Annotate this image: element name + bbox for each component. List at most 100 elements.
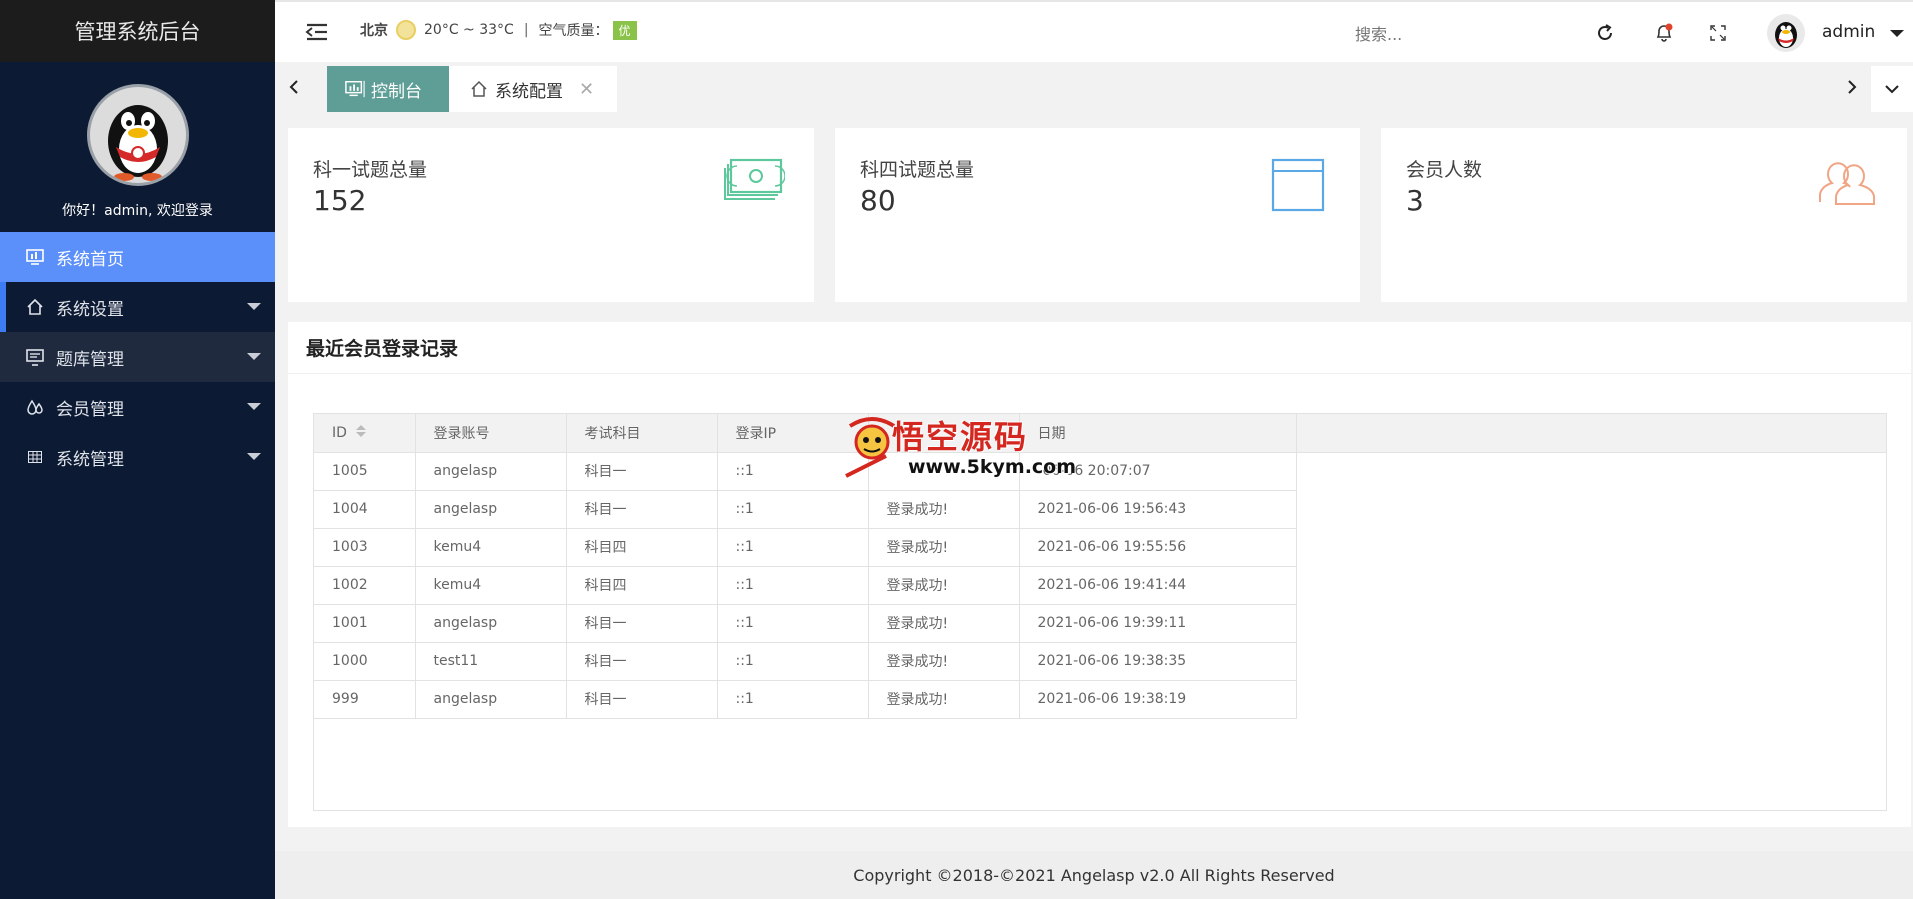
grid-icon — [24, 446, 46, 468]
table-row: 1002 kemu4 科目四 ::1 登录成功! 2021-06-06 19:4… — [314, 566, 1297, 605]
sidebar: 管理系统后台 你好！admin, 欢迎登录 系统首页 系统设置 题库管理 会员管… — [0, 0, 275, 899]
cell-date: 2021-06-06 19:56:43 — [1019, 490, 1297, 529]
dashboard-icon — [345, 80, 365, 98]
search-input[interactable] — [1355, 22, 1525, 46]
cell-id: 1003 — [314, 528, 416, 567]
table-header-row: ID 登录账号 考试科目 登录IP 日期 — [314, 414, 1297, 453]
cell-account: angelasp — [415, 452, 567, 491]
cell-ip: ::1 — [717, 604, 869, 643]
cell-subject: 科目一 — [566, 680, 718, 719]
cell-date: 2021-06-06 19:39:11 — [1019, 604, 1297, 643]
column-header-id[interactable]: ID — [314, 414, 416, 453]
cell-date: 2021-06-06 19:41:44 — [1019, 566, 1297, 605]
table-row: 1001 angelasp 科目一 ::1 登录成功! 2021-06-06 1… — [314, 604, 1297, 643]
user-name[interactable]: admin — [1822, 22, 1875, 42]
home-icon — [469, 80, 489, 98]
table-row: 1004 angelasp 科目一 ::1 登录成功! 2021-06-06 1… — [314, 490, 1297, 529]
stat-card-subject-four: 科四试题总量 80 — [835, 128, 1360, 302]
chevron-down-icon — [247, 453, 261, 460]
browser-window-icon — [1271, 158, 1333, 214]
air-quality-badge: 优 — [612, 20, 637, 40]
penguin-avatar-icon — [1775, 22, 1797, 48]
cell-id: 999 — [314, 680, 416, 719]
panel-title: 最近会员登录记录 — [288, 322, 1911, 374]
chevron-left-icon[interactable] — [283, 76, 305, 98]
sidebar-item-label: 题库管理 — [56, 349, 124, 370]
sidebar-item-label: 会员管理 — [56, 399, 124, 420]
tabs-bar: 控制台 系统配置 ✕ — [275, 62, 1913, 114]
sort-icon[interactable] — [355, 423, 367, 443]
sidebar-item-question-bank[interactable]: 题库管理 — [0, 332, 275, 382]
caret-down-icon[interactable] — [1890, 30, 1904, 37]
sun-icon — [396, 20, 416, 40]
cell-account: kemu4 — [415, 528, 567, 567]
fullscreen-icon[interactable] — [1707, 22, 1729, 44]
sidebar-item-home[interactable]: 系统首页 — [0, 232, 275, 282]
home-icon — [24, 296, 46, 318]
tab-dashboard[interactable]: 控制台 — [327, 66, 449, 112]
chevron-right-icon[interactable] — [1841, 76, 1863, 98]
chevron-down-icon — [247, 303, 261, 310]
cell-account: test11 — [415, 642, 567, 681]
air-quality-label: 空气质量： — [538, 23, 609, 39]
sidebar-item-settings[interactable]: 系统设置 — [0, 282, 275, 332]
tab-system-config[interactable]: 系统配置 ✕ — [449, 66, 617, 112]
penguin-avatar-icon — [107, 105, 168, 181]
column-header-date: 日期 — [1019, 414, 1297, 453]
close-icon[interactable]: ✕ — [579, 79, 594, 100]
column-header-ip: 登录IP — [717, 414, 869, 453]
bell-icon[interactable] — [1653, 22, 1675, 44]
cell-id: 1001 — [314, 604, 416, 643]
sidebar-item-system[interactable]: 系统管理 — [0, 432, 275, 482]
cell-account: kemu4 — [415, 566, 567, 605]
cell-ip: ::1 — [717, 452, 869, 491]
app-title: 管理系统后台 — [0, 0, 275, 62]
cell-date: -06-06 20:07:07 — [1019, 452, 1297, 491]
stat-card-subject-one: 科一试题总量 152 — [288, 128, 814, 302]
refresh-icon[interactable] — [1594, 22, 1616, 44]
cell-status: 登录成功! — [868, 642, 1020, 681]
weather-city: 北京 — [360, 23, 388, 39]
stat-card-members: 会员人数 3 — [1381, 128, 1907, 302]
menu-toggle-icon[interactable] — [305, 22, 331, 44]
cell-subject: 科目一 — [566, 604, 718, 643]
top-header: 北京 20°C ~ 33°C | 空气质量： 优 admin — [275, 0, 1913, 62]
cell-status: 登录成功! — [868, 604, 1020, 643]
stat-value: 80 — [860, 184, 896, 217]
tab-label: 系统配置 — [495, 81, 563, 102]
sidebar-item-label: 系统设置 — [56, 299, 124, 320]
user-avatar[interactable] — [1767, 14, 1805, 52]
stat-title: 会员人数 — [1406, 159, 1483, 181]
column-header-status — [868, 414, 1020, 453]
monitor-icon — [24, 246, 46, 268]
avatar[interactable] — [86, 84, 189, 186]
table-row: 1005 angelasp 科目一 ::1 -06-06 20:07:07 — [314, 452, 1297, 491]
chevron-down-icon — [247, 403, 261, 410]
cell-ip: ::1 — [717, 566, 869, 605]
drops-icon — [24, 396, 46, 418]
stat-value: 3 — [1406, 184, 1424, 217]
cell-id: 1000 — [314, 642, 416, 681]
weather-temperature: 20°C ~ 33°C — [424, 22, 514, 38]
cell-account: angelasp — [415, 490, 567, 529]
money-icon — [723, 158, 786, 214]
users-icon — [1816, 158, 1878, 214]
sidebar-item-members[interactable]: 会员管理 — [0, 382, 275, 432]
login-records-panel: 最近会员登录记录 ID 登录账号 考试科目 登录IP 日期 1005 angel… — [288, 322, 1911, 827]
screen-icon — [24, 346, 46, 368]
cell-status: 登录成功! — [868, 680, 1020, 719]
cell-id: 1002 — [314, 566, 416, 605]
cell-ip: ::1 — [717, 642, 869, 681]
cell-subject: 科目四 — [566, 528, 718, 567]
table-row: 1000 test11 科目一 ::1 登录成功! 2021-06-06 19:… — [314, 642, 1297, 681]
cell-status — [868, 452, 1020, 491]
cell-date: 2021-06-06 19:55:56 — [1019, 528, 1297, 567]
cell-subject: 科目一 — [566, 642, 718, 681]
weather-widget: 北京 20°C ~ 33°C | 空气质量： 优 — [360, 20, 637, 40]
weather-separator: | — [523, 22, 529, 38]
cell-status: 登录成功! — [868, 528, 1020, 567]
table-row: 1003 kemu4 科目四 ::1 登录成功! 2021-06-06 19:5… — [314, 528, 1297, 567]
tabs-dropdown-button[interactable] — [1871, 66, 1913, 112]
stat-title: 科一试题总量 — [313, 159, 428, 181]
cell-ip: ::1 — [717, 528, 869, 567]
